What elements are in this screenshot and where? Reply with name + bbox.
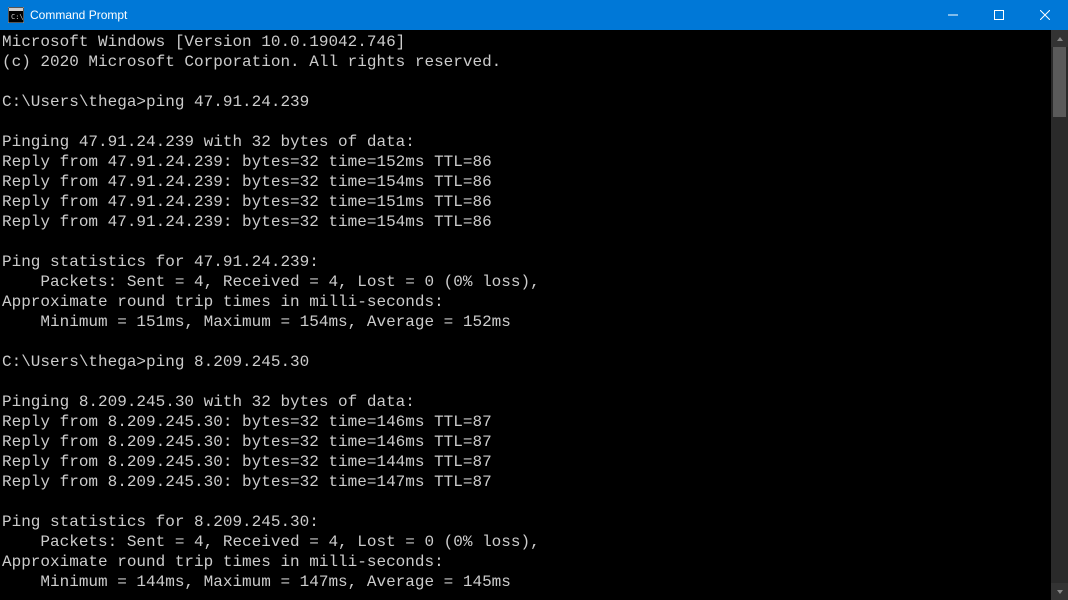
terminal-line: Reply from 8.209.245.30: bytes=32 time=1… [2, 472, 1049, 492]
terminal-line: Microsoft Windows [Version 10.0.19042.74… [2, 32, 1049, 52]
terminal-line: Pinging 8.209.245.30 with 32 bytes of da… [2, 392, 1049, 412]
terminal-line [2, 332, 1049, 352]
terminal-line: Packets: Sent = 4, Received = 4, Lost = … [2, 532, 1049, 552]
vertical-scrollbar[interactable] [1051, 30, 1068, 600]
terminal-line [2, 72, 1049, 92]
scrollbar-track[interactable] [1051, 47, 1068, 583]
terminal-line: Minimum = 151ms, Maximum = 154ms, Averag… [2, 312, 1049, 332]
terminal-line: Approximate round trip times in milli-se… [2, 292, 1049, 312]
terminal-line: Reply from 47.91.24.239: bytes=32 time=1… [2, 192, 1049, 212]
scrollbar-thumb[interactable] [1053, 47, 1066, 117]
terminal-line [2, 492, 1049, 512]
terminal-line: Reply from 8.209.245.30: bytes=32 time=1… [2, 412, 1049, 432]
terminal-line [2, 112, 1049, 132]
terminal-line: Ping statistics for 47.91.24.239: [2, 252, 1049, 272]
window-controls [930, 0, 1068, 30]
terminal-line: C:\Users\thega>ping 47.91.24.239 [2, 92, 1049, 112]
terminal-line: Reply from 47.91.24.239: bytes=32 time=1… [2, 212, 1049, 232]
client-area: Microsoft Windows [Version 10.0.19042.74… [0, 30, 1068, 600]
terminal-line: Reply from 47.91.24.239: bytes=32 time=1… [2, 152, 1049, 172]
terminal-output[interactable]: Microsoft Windows [Version 10.0.19042.74… [0, 30, 1051, 600]
maximize-button[interactable] [976, 0, 1022, 30]
titlebar[interactable]: C:\ Command Prompt [0, 0, 1068, 30]
scroll-up-arrow-icon[interactable] [1051, 30, 1068, 47]
terminal-line: Reply from 8.209.245.30: bytes=32 time=1… [2, 452, 1049, 472]
window-title: Command Prompt [30, 8, 930, 22]
terminal-line [2, 592, 1049, 600]
terminal-line: C:\Users\thega>ping 8.209.245.30 [2, 352, 1049, 372]
terminal-line: Ping statistics for 8.209.245.30: [2, 512, 1049, 532]
terminal-line [2, 372, 1049, 392]
terminal-line [2, 232, 1049, 252]
terminal-line: Pinging 47.91.24.239 with 32 bytes of da… [2, 132, 1049, 152]
terminal-line: Reply from 47.91.24.239: bytes=32 time=1… [2, 172, 1049, 192]
terminal-line: Approximate round trip times in milli-se… [2, 552, 1049, 572]
scroll-down-arrow-icon[interactable] [1051, 583, 1068, 600]
close-button[interactable] [1022, 0, 1068, 30]
minimize-button[interactable] [930, 0, 976, 30]
terminal-line: (c) 2020 Microsoft Corporation. All righ… [2, 52, 1049, 72]
terminal-line: Minimum = 144ms, Maximum = 147ms, Averag… [2, 572, 1049, 592]
svg-text:C:\: C:\ [11, 13, 24, 21]
terminal-line: Packets: Sent = 4, Received = 4, Lost = … [2, 272, 1049, 292]
terminal-line: Reply from 8.209.245.30: bytes=32 time=1… [2, 432, 1049, 452]
app-icon: C:\ [8, 7, 24, 23]
